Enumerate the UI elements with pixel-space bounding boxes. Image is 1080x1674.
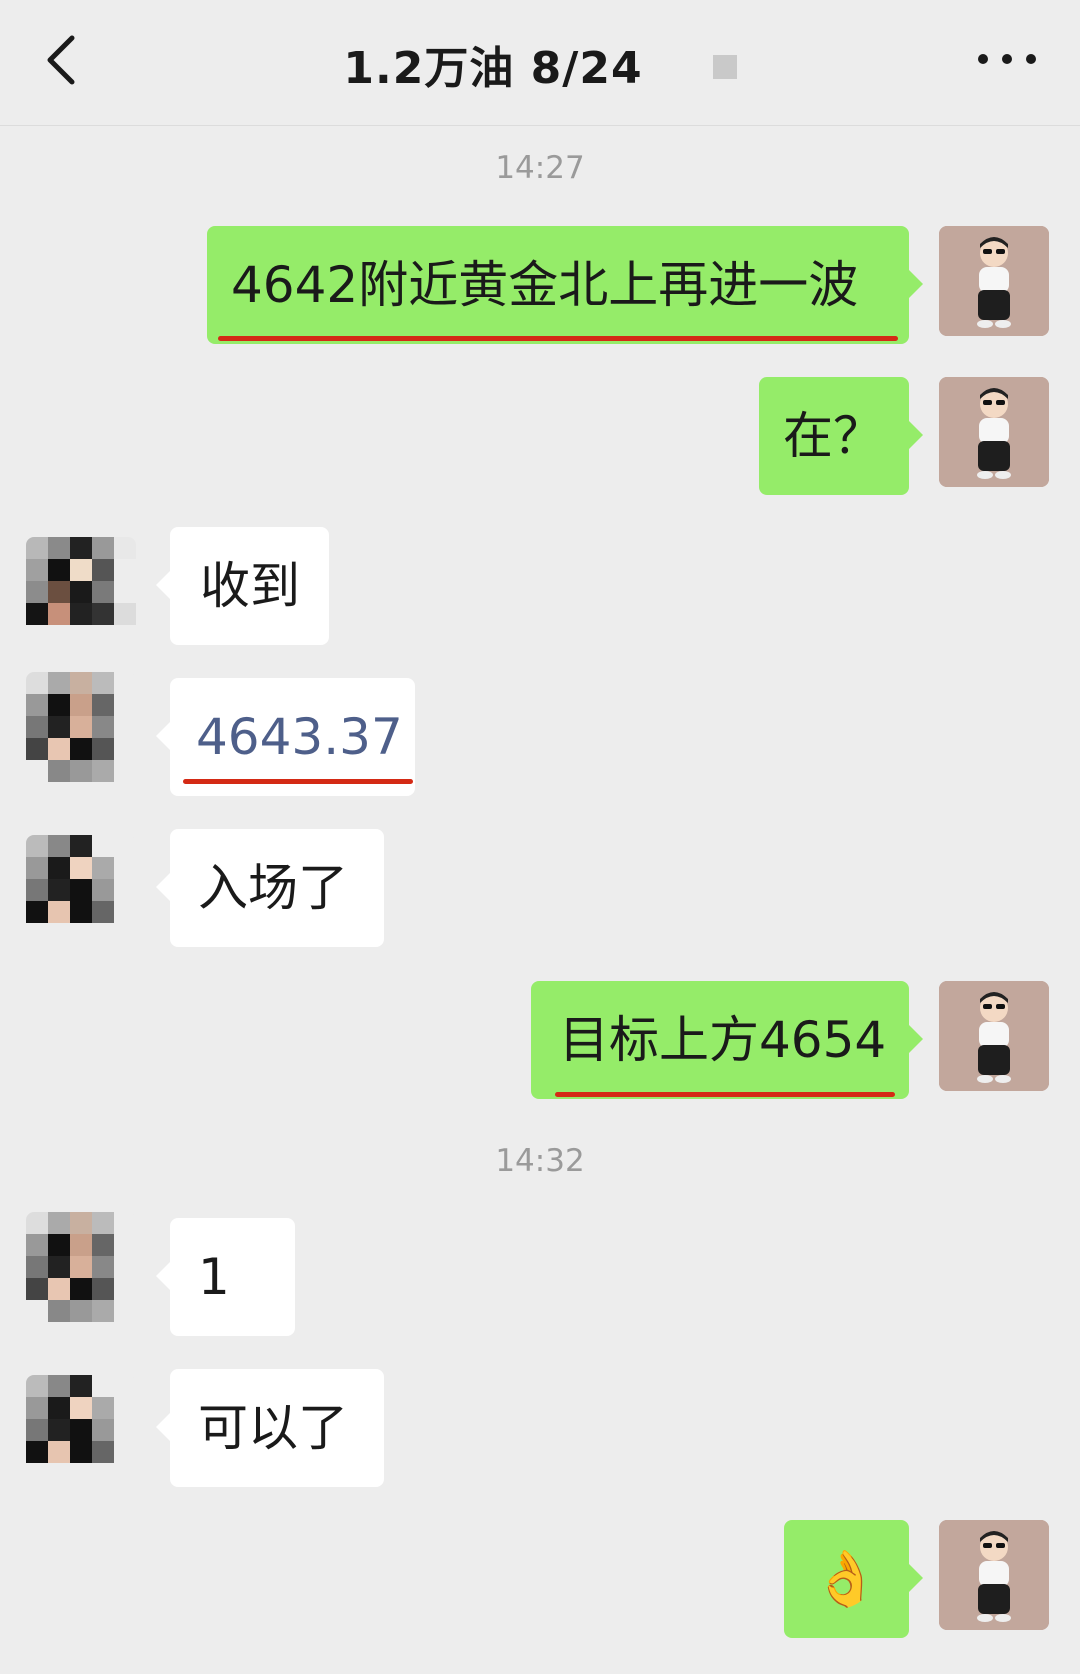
message-bubble-sent[interactable]: 👌 [784,1520,923,1638]
mute-icon [712,55,737,79]
message-text: 1 [198,1248,230,1306]
cartoon-avatar-icon [939,226,1049,336]
cartoon-avatar-icon [939,981,1049,1091]
message-text: 目标上方4654 [559,1011,887,1069]
timestamp: 14:27 [495,150,585,186]
my-avatar[interactable] [939,377,1049,487]
message-bubble-received[interactable]: 收到 [156,527,329,645]
message-text-number[interactable]: 4643.37 [196,708,403,766]
message-bubble-sent[interactable]: 在？ [759,377,923,495]
ellipsis-icon[interactable] [976,52,1038,66]
message-bubble-received[interactable]: 可以了 [156,1369,384,1487]
chat-header: 1.2万油 8/24 [0,0,1080,126]
my-avatar[interactable] [939,981,1049,1091]
contact-avatar-pixelated[interactable] [26,835,136,945]
message-text: 收到 [200,557,300,615]
message-bubble-sent[interactable]: 4642附近黄金北上再进一波 [207,226,923,344]
my-avatar[interactable] [939,1520,1049,1630]
message-text: 在？ [783,407,883,465]
highlight-underline [555,1092,895,1097]
contact-avatar-pixelated[interactable] [26,1375,136,1485]
message-text: 可以了 [198,1399,348,1457]
timestamp: 14:32 [495,1143,585,1179]
ok-hand-emoji: 👌 [812,1547,880,1610]
highlight-underline [218,336,898,341]
message-text: 4642附近黄金北上再进一波 [231,256,859,314]
cartoon-avatar-icon [939,1520,1049,1630]
highlight-underline [183,779,413,784]
cartoon-avatar-icon [939,377,1049,487]
message-bubble-received[interactable]: 1 [156,1218,295,1336]
chat-title: 1.2万油 8/24 [0,32,1080,96]
message-bubble-received[interactable]: 入场了 [156,829,384,947]
message-text: 入场了 [198,859,348,917]
my-avatar[interactable] [939,226,1049,336]
contact-avatar-pixelated[interactable] [26,1212,136,1322]
contact-avatar-pixelated[interactable] [26,537,136,647]
contact-avatar-pixelated[interactable] [26,672,136,782]
chat-title-text: 1.2万油 8/24 [343,43,643,94]
message-bubble-sent[interactable]: 目标上方4654 [531,981,923,1099]
